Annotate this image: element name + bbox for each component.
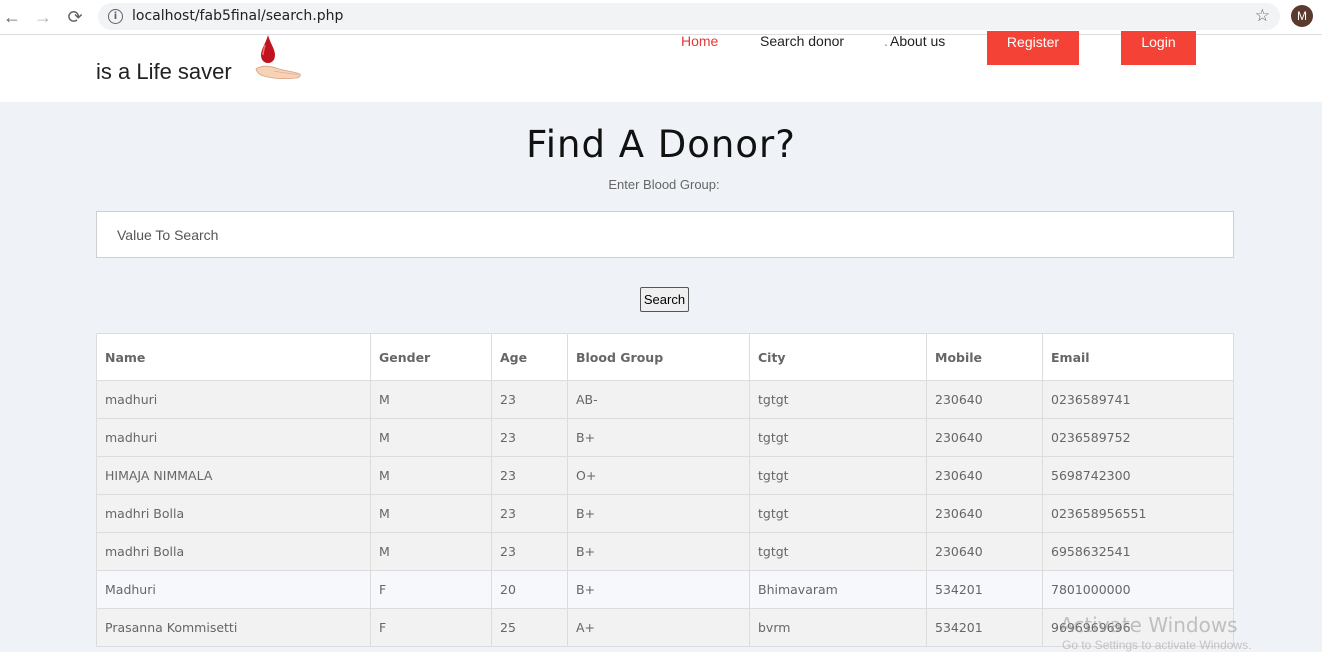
column-header-mobile: Mobile bbox=[926, 333, 1043, 381]
bookmark-star-icon[interactable]: ☆ bbox=[1255, 6, 1270, 26]
cell-mobile: 230640 bbox=[926, 418, 1043, 457]
page-title: Find A Donor? bbox=[526, 123, 796, 166]
cell-name: madhri Bolla bbox=[96, 494, 371, 533]
column-header-email: Email bbox=[1042, 333, 1234, 381]
back-arrow-icon[interactable]: ← bbox=[1, 6, 23, 28]
cell-mobile: 230640 bbox=[926, 494, 1043, 533]
site-tagline: is a Life saver bbox=[96, 59, 232, 84]
cell-blood-group: A+ bbox=[567, 608, 750, 647]
column-header-name: Name bbox=[96, 333, 371, 381]
cell-age: 23 bbox=[491, 456, 568, 495]
column-header-gender: Gender bbox=[370, 333, 492, 381]
cell-blood-group: AB- bbox=[567, 380, 750, 419]
cell-mobile: 230640 bbox=[926, 456, 1043, 495]
login-button[interactable]: Login bbox=[1121, 31, 1196, 65]
browser-toolbar: ← → ⟳ i localhost/fab5final/search.php ☆… bbox=[0, 0, 1322, 35]
cell-blood-group: B+ bbox=[567, 532, 750, 571]
cell-mobile: 230640 bbox=[926, 380, 1043, 419]
reload-icon[interactable]: ⟳ bbox=[64, 6, 86, 28]
table-row: HIMAJA NIMMALA M 23 O+ tgtgt 230640 5698… bbox=[96, 456, 1234, 495]
cell-email: 023658956551 bbox=[1042, 494, 1234, 533]
table-row: madhuri M 23 AB- tgtgt 230640 0236589741 bbox=[96, 380, 1234, 419]
cell-city: tgtgt bbox=[749, 494, 927, 533]
cell-email: 5698742300 bbox=[1042, 456, 1234, 495]
cell-gender: M bbox=[370, 418, 492, 457]
cell-email: 7801000000 bbox=[1042, 570, 1234, 609]
url-text[interactable]: localhost/fab5final/search.php bbox=[132, 8, 343, 24]
nav-separator-dot: . bbox=[884, 33, 888, 49]
cell-age: 20 bbox=[491, 570, 568, 609]
cell-blood-group: O+ bbox=[567, 456, 750, 495]
cell-name: Madhuri bbox=[96, 570, 371, 609]
table-row: madhuri M 23 B+ tgtgt 230640 0236589752 bbox=[96, 418, 1234, 457]
blood-drop-hand-logo-icon bbox=[255, 35, 301, 79]
table-row: Madhuri F 20 B+ Bhimavaram 534201 780100… bbox=[96, 570, 1234, 609]
cell-city: bvrm bbox=[749, 608, 927, 647]
cell-email: 6958632541 bbox=[1042, 532, 1234, 571]
forward-arrow-icon[interactable]: → bbox=[32, 6, 54, 28]
search-input[interactable] bbox=[96, 211, 1234, 258]
nav-home-link[interactable]: Home bbox=[681, 33, 718, 49]
address-bar[interactable]: i localhost/fab5final/search.php ☆ bbox=[98, 3, 1280, 30]
cell-name: madhuri bbox=[96, 380, 371, 419]
activate-windows-watermark: Activate Windows bbox=[1060, 613, 1238, 637]
cell-name: madhri Bolla bbox=[96, 532, 371, 571]
cell-blood-group: B+ bbox=[567, 570, 750, 609]
search-instructions: Enter Blood Group: bbox=[608, 177, 720, 192]
cell-age: 23 bbox=[491, 494, 568, 533]
donor-results-table: Name Gender Age Blood Group City Mobile … bbox=[96, 333, 1234, 647]
cell-name: Prasanna Kommisetti bbox=[96, 608, 371, 647]
table-header-row: Name Gender Age Blood Group City Mobile … bbox=[96, 333, 1234, 381]
cell-gender: F bbox=[370, 570, 492, 609]
cell-email: 0236589752 bbox=[1042, 418, 1234, 457]
table-row: madhri Bolla M 23 B+ tgtgt 230640 023658… bbox=[96, 494, 1234, 533]
cell-gender: M bbox=[370, 456, 492, 495]
cell-name: HIMAJA NIMMALA bbox=[96, 456, 371, 495]
site-info-icon[interactable]: i bbox=[108, 9, 123, 24]
cell-gender: F bbox=[370, 608, 492, 647]
cell-city: Bhimavaram bbox=[749, 570, 927, 609]
cell-age: 23 bbox=[491, 532, 568, 571]
nav-search-donor-link[interactable]: Search donor bbox=[760, 33, 844, 49]
search-button[interactable]: Search bbox=[640, 287, 689, 312]
cell-age: 23 bbox=[491, 418, 568, 457]
cell-gender: M bbox=[370, 494, 492, 533]
cell-mobile: 230640 bbox=[926, 532, 1043, 571]
register-button[interactable]: Register bbox=[987, 31, 1079, 65]
cell-gender: M bbox=[370, 532, 492, 571]
cell-city: tgtgt bbox=[749, 418, 927, 457]
cell-blood-group: B+ bbox=[567, 418, 750, 457]
activate-windows-subtext: Go to Settings to activate Windows. bbox=[1062, 638, 1252, 652]
cell-blood-group: B+ bbox=[567, 494, 750, 533]
column-header-age: Age bbox=[491, 333, 568, 381]
cell-age: 23 bbox=[491, 380, 568, 419]
cell-mobile: 534201 bbox=[926, 570, 1043, 609]
profile-avatar[interactable]: M bbox=[1291, 5, 1313, 27]
cell-gender: M bbox=[370, 380, 492, 419]
cell-city: tgtgt bbox=[749, 380, 927, 419]
cell-email: 0236589741 bbox=[1042, 380, 1234, 419]
cell-mobile: 534201 bbox=[926, 608, 1043, 647]
cell-city: tgtgt bbox=[749, 532, 927, 571]
table-row: madhri Bolla M 23 B+ tgtgt 230640 695863… bbox=[96, 532, 1234, 571]
cell-age: 25 bbox=[491, 608, 568, 647]
cell-name: madhuri bbox=[96, 418, 371, 457]
cell-city: tgtgt bbox=[749, 456, 927, 495]
column-header-city: City bbox=[749, 333, 927, 381]
nav-about-link[interactable]: About us bbox=[890, 33, 945, 49]
column-header-blood-group: Blood Group bbox=[567, 333, 750, 381]
site-header: is a Life saver Home Search donor . Abou… bbox=[0, 31, 1322, 102]
